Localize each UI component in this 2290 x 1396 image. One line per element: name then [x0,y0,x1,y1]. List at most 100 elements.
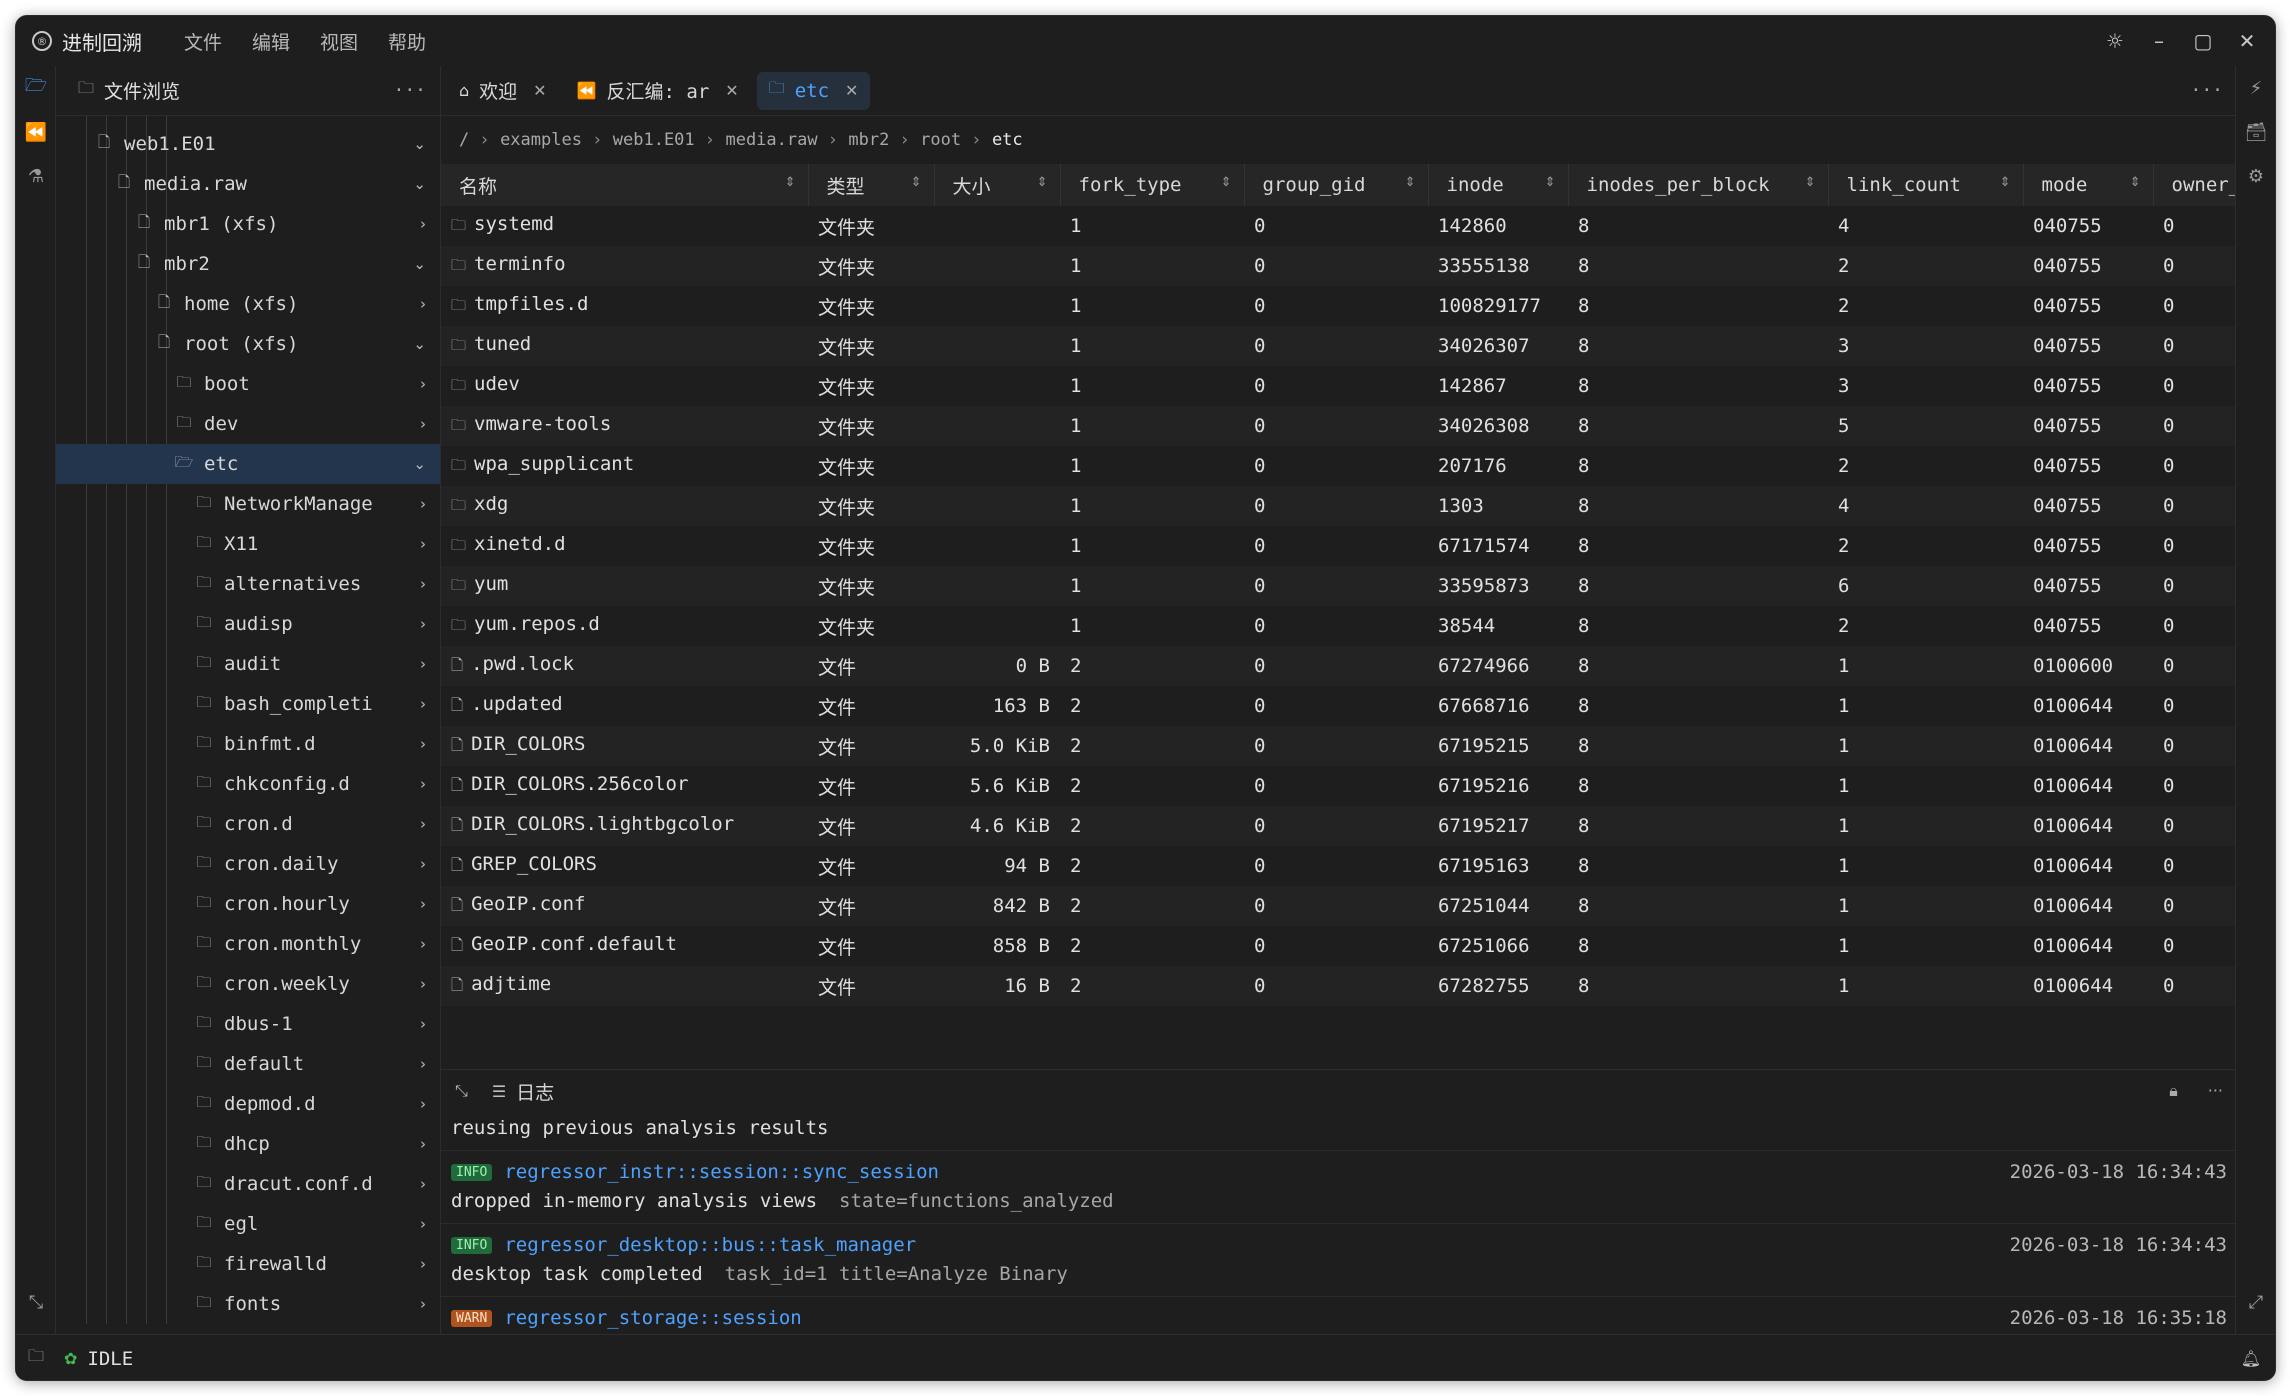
close-icon[interactable]: ✕ [845,81,858,100]
chevron-right-icon[interactable]: › [420,375,426,393]
column-header[interactable]: owner_ [2153,164,2238,206]
chevron-down-icon[interactable]: ⌄ [413,335,426,353]
table-row[interactable]: 🗀 tmpfiles.d 文件夹 1 0 100829177 8 2 040755 0 [441,286,2237,326]
plugin-icon[interactable]: ⚡ [2236,66,2275,110]
chevron-right-icon[interactable]: › [420,1215,426,1233]
chevron-down-icon[interactable]: ⌄ [413,255,426,273]
chevron-right-icon[interactable]: › [420,295,426,313]
tree-item[interactable]: 🗁 etc ⌄ [56,444,440,484]
tree-item[interactable]: 🗀 bash_completion.d › [56,684,440,724]
tree-item[interactable]: 🗀 fonts › [56,1284,440,1324]
chevron-right-icon[interactable]: › [420,1295,426,1313]
table-row[interactable]: 🗋 GeoIP.conf.default 文件 858 B 2 0 67251066 8 1 01… [441,926,2237,966]
menu-file[interactable]: 文件 [184,28,222,55]
table-row[interactable]: 🗋 DIR_COLORS.256color 文件 5.6 KiB 2 0 67195216 8… [441,766,2237,806]
log-more-icon[interactable]: ··· [2208,1081,2223,1101]
sort-icon[interactable]: ⇕ [1805,175,1816,190]
tree-item[interactable]: 🗀 binfmt.d › [56,724,440,764]
table-row[interactable]: 🗋 DIR_COLORS 文件 5.0 KiB 2 0 67195215 8 1 0100644 0 [441,726,2237,766]
analysis-icon[interactable]: ⚗ [16,154,56,198]
table-row[interactable]: 🗋 DIR_COLORS.lightbgcolor 文件 4.6 KiB 2 0 67195… [441,806,2237,846]
tree-item[interactable]: 🗀 chkconfig.d › [56,764,440,804]
chevron-right-icon[interactable]: › [420,775,426,793]
tab-2[interactable]: 🗀 etc ✕ [756,71,871,110]
column-header[interactable]: 大小 ⇕ [934,164,1061,206]
minimize-icon[interactable]: – [2137,16,2181,66]
sort-icon[interactable]: ⇕ [1545,175,1556,190]
tree-item[interactable]: 🗀 cron.daily › [56,844,440,884]
column-header[interactable]: inode ⇕ [1428,164,1569,206]
tree-item[interactable]: 🗀 NetworkManager › [56,484,440,524]
breadcrumb-item[interactable]: / [459,130,469,150]
tree-item[interactable]: 🗀 audit › [56,644,440,684]
archive-icon[interactable]: 🗃 [2236,110,2275,154]
breadcrumb-item[interactable]: web1.E01 [613,130,695,150]
chevron-right-icon[interactable]: › [420,895,426,913]
chevron-right-icon[interactable]: › [420,215,426,233]
chevron-right-icon[interactable]: › [420,495,426,513]
sort-icon[interactable]: ⇕ [1037,175,1048,190]
maximize-icon[interactable]: ▢ [2181,16,2225,66]
lock-icon[interactable]: 🔒︎ [2169,1081,2178,1101]
tree-item[interactable]: 🗋 mbr1 (xfs) › [56,204,440,244]
log-target[interactable]: regressor_instr::session::sync_session [504,1161,939,1183]
log-target[interactable]: regressor_desktop::bus::task_manager [504,1234,916,1256]
breadcrumb-item[interactable]: etc [992,130,1023,150]
tree-item[interactable]: 🗀 dracut.conf.d › [56,1164,440,1204]
tree-item[interactable]: 🗀 cron.d › [56,804,440,844]
theme-toggle-icon[interactable]: ☼ [2093,16,2137,66]
disassembly-icon[interactable]: ⏪ [16,110,56,154]
chevron-down-icon[interactable]: ⌄ [413,175,426,193]
chevron-right-icon[interactable]: › [420,815,426,833]
collapse-icon[interactable]: ⤡ [16,1280,56,1324]
breadcrumb-item[interactable]: media.raw [725,130,817,150]
sort-icon[interactable]: ⇕ [1221,175,1232,190]
table-row[interactable]: 🗀 wpa_supplicant 文件夹 1 0 207176 8 2 040755 0 [441,446,2237,486]
tree-item[interactable]: 🗀 dhcp › [56,1124,440,1164]
table-row[interactable]: 🗋 adjtime 文件 16 B 2 0 67282755 8 1 0100644 0 [441,966,2237,1006]
table-row[interactable]: 🗋 .pwd.lock 文件 0 B 2 0 67274966 8 1 0100600 0 [441,646,2237,686]
close-icon[interactable]: ✕ [725,81,738,100]
expand-icon[interactable]: ⤢ [2236,1280,2275,1324]
tree-item[interactable]: 🗀 cron.monthly › [56,924,440,964]
sort-icon[interactable]: ⇕ [911,175,922,190]
chevron-right-icon[interactable]: › [420,1095,426,1113]
chevron-right-icon[interactable]: › [420,935,426,953]
table-row[interactable]: 🗀 yum 文件夹 1 0 33595873 8 6 040755 0 [441,566,2237,606]
chevron-right-icon[interactable]: › [420,535,426,553]
tree-item[interactable]: 🗀 firewalld › [56,1244,440,1284]
tree-item[interactable]: 🗋 mbr2 ⌄ [56,244,440,284]
tree-item[interactable]: 🗀 boot › [56,364,440,404]
menu-edit[interactable]: 编辑 [252,28,290,55]
chevron-right-icon[interactable]: › [420,1175,426,1193]
table-row[interactable]: 🗀 terminfo 文件夹 1 0 33555138 8 2 040755 0 [441,246,2237,286]
chevron-down-icon[interactable]: ⌄ [413,135,426,153]
sort-icon[interactable]: ⇕ [2000,175,2011,190]
column-header[interactable]: mode ⇕ [2023,164,2154,206]
chevron-down-icon[interactable]: ⌄ [413,455,426,473]
table-row[interactable]: 🗀 xdg 文件夹 1 0 1303 8 4 040755 0 [441,486,2237,526]
column-header[interactable]: inodes_per_block ⇕ [1568,164,1829,206]
tree-item[interactable]: 🗀 alternatives › [56,564,440,604]
tab-more-icon[interactable]: ··· [2190,80,2223,101]
chevron-right-icon[interactable]: › [420,1015,426,1033]
tree-item[interactable]: 🗋 root (xfs) ⌄ [56,324,440,364]
tree-item[interactable]: 🗀 cron.hourly › [56,884,440,924]
tree-item[interactable]: 🗀 cron.weekly › [56,964,440,1004]
chevron-right-icon[interactable]: › [420,695,426,713]
table-row[interactable]: 🗀 udev 文件夹 1 0 142867 8 3 040755 0 [441,366,2237,406]
chevron-right-icon[interactable]: › [420,735,426,753]
tree-item[interactable]: 🗀 dev › [56,404,440,444]
table-row[interactable]: 🗀 vmware-tools 文件夹 1 0 34026308 8 5 040755 0 [441,406,2237,446]
column-header[interactable]: 类型 ⇕ [808,164,935,206]
tree-item[interactable]: 🗀 dbus-1 › [56,1004,440,1044]
close-window-icon[interactable]: ✕ [2225,16,2269,66]
sort-icon[interactable]: ⇕ [2130,175,2141,190]
file-browser-icon[interactable]: 🗁 [16,66,56,110]
log-target[interactable]: regressor_storage::session [504,1307,801,1329]
menu-help[interactable]: 帮助 [388,28,426,55]
chevron-right-icon[interactable]: › [420,855,426,873]
column-header[interactable]: link_count ⇕ [1828,164,2024,206]
tab-1[interactable]: ⏪ 反汇编: ar ✕ [565,72,751,110]
breadcrumb-item[interactable]: mbr2 [848,130,889,150]
